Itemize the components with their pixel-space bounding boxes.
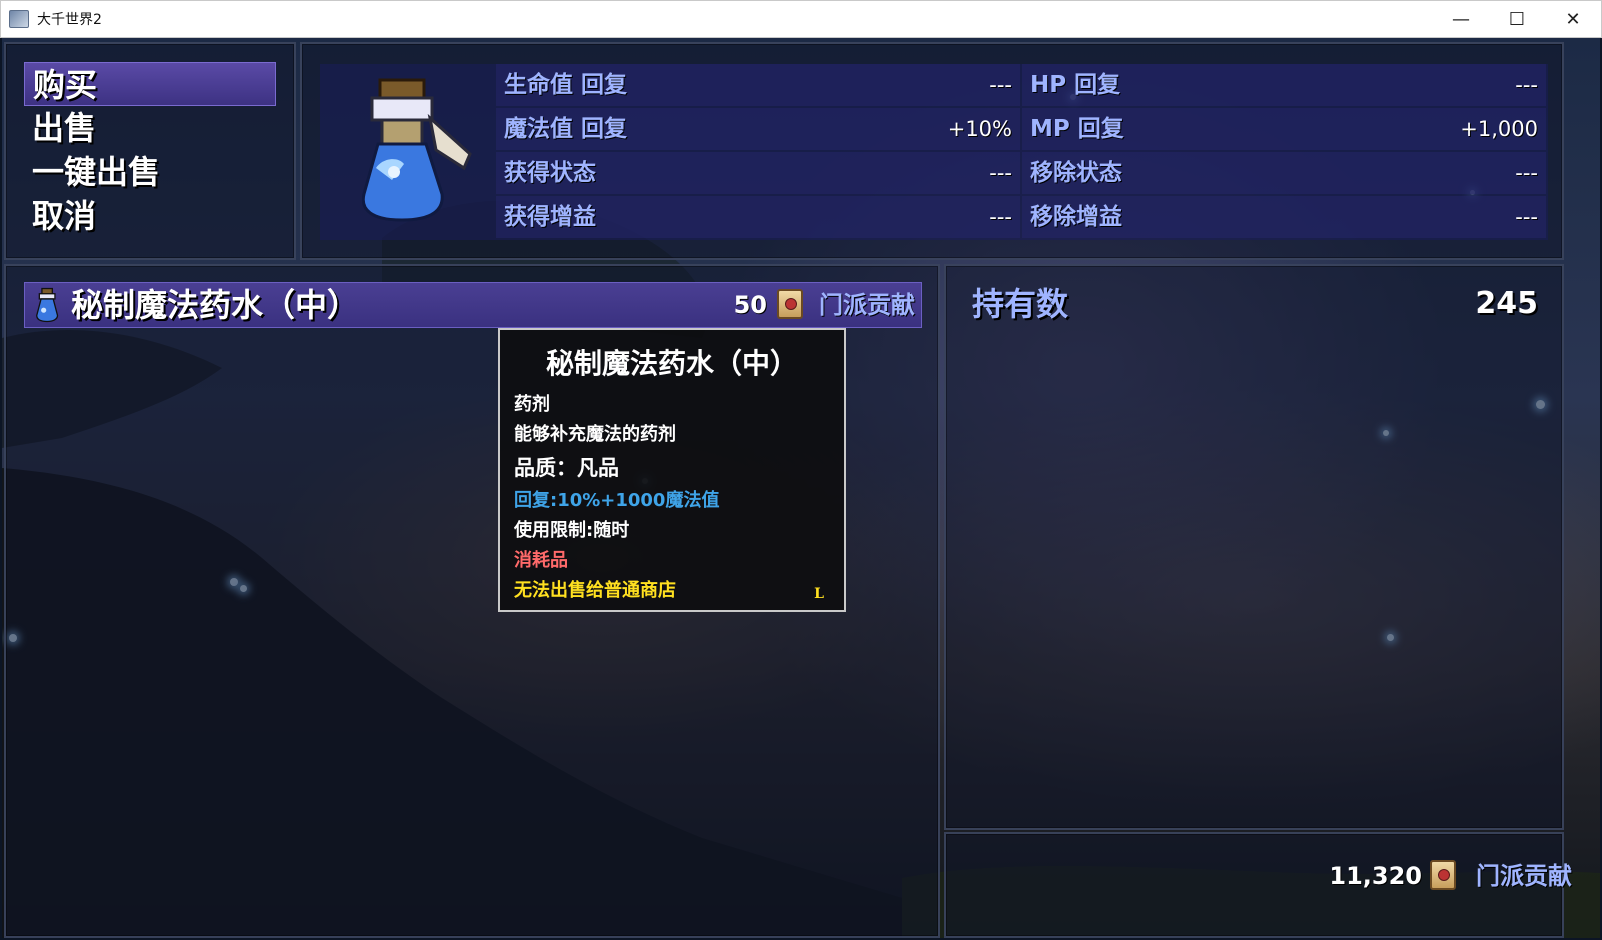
tooltip-corner-mark: L [814, 586, 824, 602]
stat-row-gain-state: 获得状态 --- [496, 152, 1020, 194]
item-name: 秘制魔法药水（中） [71, 286, 360, 324]
command-buy[interactable]: 购买 [24, 62, 276, 106]
stat-value: +10% [947, 117, 1012, 141]
possession-count: 245 [1475, 286, 1538, 321]
gold-window [944, 832, 1564, 938]
tooltip-type: 消耗品 [514, 550, 568, 571]
stat-row-hp-recovery: 生命值 回复 --- [496, 64, 1020, 106]
item-price: 50 [733, 291, 767, 319]
command-cancel-label: 取消 [32, 197, 97, 235]
tooltip-usage: 使用限制:随时 [514, 520, 630, 541]
stat-label: HP 回复 [1030, 72, 1121, 98]
gold-currency-label: 门派贡献 [1476, 862, 1572, 890]
contribution-scroll-icon [1430, 860, 1456, 890]
stat-label: 获得增益 [504, 204, 596, 230]
tooltip-category: 药剂 [514, 394, 550, 415]
stat-value: --- [1515, 205, 1538, 229]
tooltip-description: 能够补充魔法的药剂 [514, 424, 676, 445]
command-sell-all[interactable]: 一键出售 [24, 150, 276, 194]
stat-row-mp-recovery: 魔法值 回复 +10% [496, 108, 1020, 150]
command-cancel[interactable]: 取消 [24, 194, 276, 238]
potion-icon [362, 78, 472, 222]
stat-label: 获得状态 [504, 160, 596, 186]
gold-amount: 11,320 [1329, 862, 1422, 890]
minimize-button[interactable]: — [1433, 1, 1489, 37]
stat-label: 移除增益 [1030, 204, 1122, 230]
window-title: 大千世界2 [37, 12, 102, 28]
stat-value: --- [989, 73, 1012, 97]
stat-row-mp: MP 回复 +1,000 [1022, 108, 1546, 150]
tooltip-restriction: 无法出售给普通商店 [514, 580, 676, 601]
command-buy-label: 购买 [33, 66, 98, 104]
close-button[interactable]: ✕ [1545, 1, 1601, 37]
app-icon [9, 10, 29, 28]
potion-small-icon [36, 287, 59, 323]
stat-value: +1,000 [1460, 117, 1538, 141]
stat-value: --- [1515, 73, 1538, 97]
stat-row-remove-buff: 移除增益 --- [1022, 196, 1546, 238]
command-sell-all-label: 一键出售 [32, 153, 161, 191]
stat-row-remove-state: 移除状态 --- [1022, 152, 1546, 194]
stat-row-gain-buff: 获得增益 --- [496, 196, 1020, 238]
tooltip-effect: 回复:10%+1000魔法值 [514, 490, 720, 511]
item-currency-label: 门派贡献 [819, 291, 915, 319]
stat-row-hp: HP 回复 --- [1022, 64, 1546, 106]
tooltip-quality: 品质：凡品 [514, 456, 619, 480]
stat-label: 生命值 回复 [504, 72, 628, 98]
command-sell-label: 出售 [32, 109, 97, 147]
game-canvas: 购买 出售 一键出售 取消 生命值 回复 --- 魔法值 回复 +10% 获得状… [2, 38, 1600, 938]
contribution-scroll-icon [777, 289, 803, 319]
stat-label: 魔法值 回复 [504, 116, 628, 142]
command-sell[interactable]: 出售 [24, 106, 276, 150]
window-titlebar: 大千世界2 — ☐ ✕ [0, 0, 1602, 38]
possession-label: 持有数 [972, 285, 1069, 323]
stat-value: --- [1515, 161, 1538, 185]
stat-value: --- [989, 205, 1012, 229]
possession-window [944, 264, 1564, 830]
shop-item-row[interactable]: 秘制魔法药水（中） 50 门派贡献 [24, 282, 922, 328]
stat-label: MP 回复 [1030, 116, 1124, 142]
window-controls: — ☐ ✕ [1433, 1, 1601, 37]
stat-value: --- [989, 161, 1012, 185]
maximize-button[interactable]: ☐ [1489, 1, 1545, 37]
stat-label: 移除状态 [1030, 160, 1122, 186]
tooltip-title: 秘制魔法药水（中） [545, 347, 798, 380]
item-tooltip: 秘制魔法药水（中） 药剂 能够补充魔法的药剂 品质：凡品 回复:10%+1000… [498, 328, 846, 612]
